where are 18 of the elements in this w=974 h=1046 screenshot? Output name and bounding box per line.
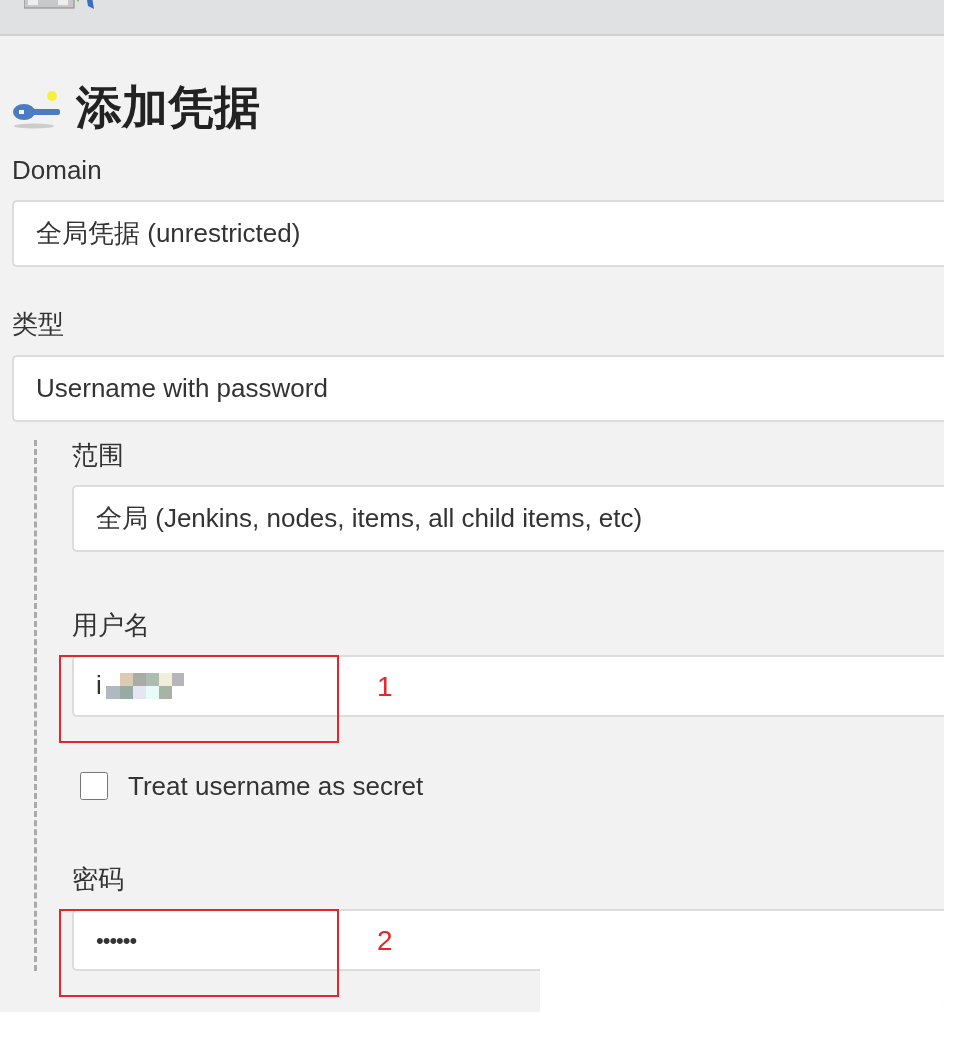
checkbox-label: Treat username as secret (128, 769, 424, 803)
field-label: Domain (12, 155, 103, 187)
field-value: i (96, 669, 102, 703)
dropdown-field[interactable]: Username with password (12, 354, 944, 422)
checkbox[interactable] (80, 772, 108, 801)
field-value: 全局 (Jenkins, nodes, items, all child items, etc) (96, 501, 643, 535)
page-title: 添加凭据 (76, 80, 260, 135)
dropdown-field[interactable]: 全局凭据 (unrestricted) (12, 200, 944, 268)
field-label: 范围 (72, 439, 125, 471)
annotation-number: 1 (377, 672, 393, 701)
field-value: 全局凭据 (unrestricted) (36, 217, 301, 251)
field-label: 用户名 (72, 609, 151, 641)
field-label: 密码 (72, 863, 125, 896)
dropdown-field[interactable]: 全局 (Jenkins, nodes, items, all child items, etc) (72, 484, 944, 552)
field-value: •••••• (96, 926, 137, 955)
field-value: Username with password (36, 371, 328, 405)
field-label: 类型 (12, 309, 65, 341)
annotation-number: 2 (377, 927, 393, 956)
